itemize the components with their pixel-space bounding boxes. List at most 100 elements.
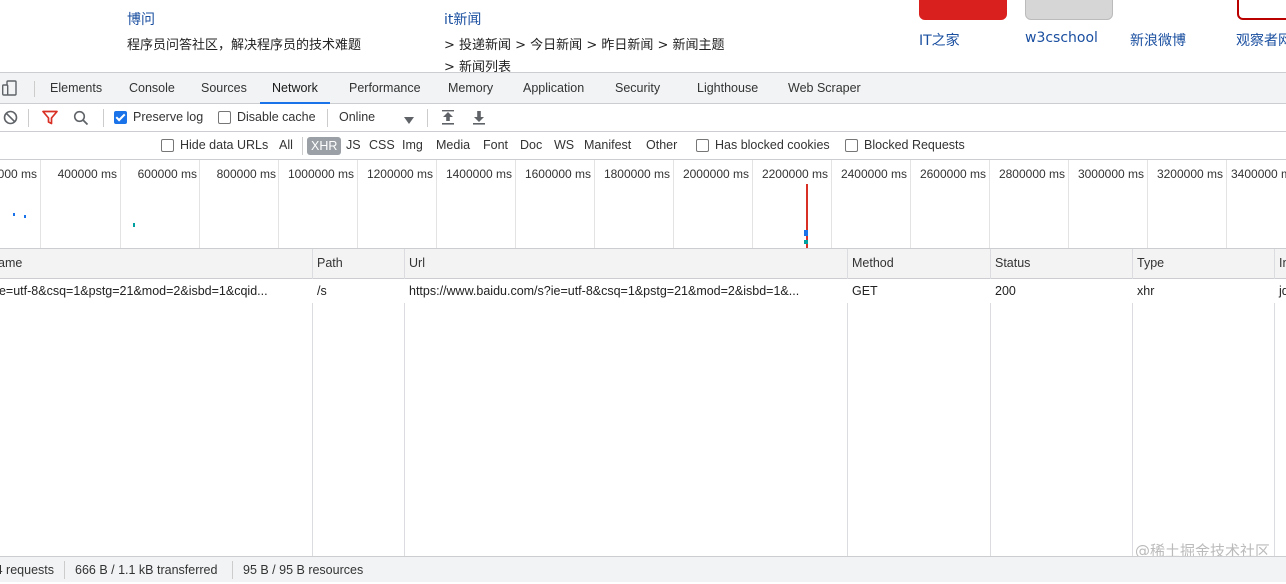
filter-type-ws[interactable]: WS [554,132,574,159]
tab-performance[interactable]: Performance [349,73,421,104]
thumb-label-ithome[interactable]: IT之家 [919,30,960,50]
filter-icon[interactable] [42,110,58,128]
it-news-link[interactable]: it新闻 [444,9,481,29]
export-har-icon[interactable] [472,110,486,128]
preserve-log-label[interactable]: Preserve log [133,104,203,131]
overview-gridline [673,160,674,248]
network-status-bar: 1 / 4 requests 666 B / 1.1 kB transferre… [0,556,1286,582]
filter-type-other[interactable]: Other [646,132,677,159]
search-icon[interactable] [73,110,89,129]
cell-name[interactable]: s?ie=utf-8&csq=1&pstg=21&mod=2&isbd=1&cq… [0,279,312,303]
hide-data-urls-label[interactable]: Hide data URLs [180,132,268,159]
boke-wen-desc: 程序员问答社区，解决程序员的技术难题 [127,38,362,53]
filter-type-doc[interactable]: Doc [520,132,542,159]
status-transferred: 666 B / 1.1 kB transferred [75,563,218,577]
overview-gridline [910,160,911,248]
tab-web-scraper[interactable]: Web Scraper [788,73,861,104]
devtools-tab-bar: Elements Console Sources Network Perform… [0,72,1286,104]
throttling-select[interactable]: Online [339,104,375,131]
overview-tick-label: 1800000 ms [603,167,670,181]
overview-tick-label: 1400000 ms [445,167,512,181]
disable-cache-checkbox[interactable] [218,111,231,124]
tab-console[interactable]: Console [129,73,175,104]
overview-request-mark [804,230,808,236]
column-header-name[interactable]: Name [0,249,312,278]
overview-gridline [199,160,200,248]
filter-type-all[interactable]: All [279,132,293,159]
column-header-method[interactable]: Method [847,249,990,278]
overview-tick-label: 2400000 ms [840,167,907,181]
tab-lighthouse[interactable]: Lighthouse [697,73,758,104]
overview-gridline [40,160,41,248]
overview-gridline [1147,160,1148,248]
overview-tick-label: 400000 ms [57,167,117,181]
column-header-type[interactable]: Type [1132,249,1274,278]
blocked-requests-label[interactable]: Blocked Requests [864,132,965,159]
thumb-label-weibo[interactable]: 新浪微博 [1130,30,1186,50]
it-news-links[interactable]: > 投递新闻 > 今日新闻 > 昨日新闻 > 新闻主题 [444,34,725,53]
disable-cache-label[interactable]: Disable cache [237,104,316,131]
overview-gridline [357,160,358,248]
overview-tick-label: 2200000 ms [761,167,828,181]
overview-tick-label: 2800000 ms [998,167,1065,181]
has-blocked-cookies-label[interactable]: Has blocked cookies [715,132,830,159]
network-overview[interactable]: 200000 ms 400000 ms 600000 ms 800000 ms … [0,160,1286,249]
thumb-label-w3cschool[interactable]: w3cschool [1025,30,1098,46]
overview-tick-label: 3400000 ms [1231,167,1286,181]
boke-wen-link[interactable]: 博问 [127,9,155,29]
overview-gridline [278,160,279,248]
thumb-label-guancha[interactable]: 观察者网 [1236,30,1286,50]
overview-tick-label: 2000000 ms [682,167,749,181]
filter-type-manifest[interactable]: Manifest [584,132,631,159]
column-header-status[interactable]: Status [990,249,1132,278]
tab-elements[interactable]: Elements [50,73,102,104]
hide-data-urls-checkbox[interactable] [161,139,174,152]
device-toolbar-icon[interactable] [1,80,17,96]
ithome-thumbnail[interactable] [919,0,1007,20]
blocked-requests-checkbox[interactable] [845,139,858,152]
has-blocked-cookies-checkbox[interactable] [696,139,709,152]
clear-icon[interactable] [3,110,18,128]
overview-request-mark [133,223,135,227]
cell-initiator[interactable]: jquery [1274,279,1286,303]
table-row[interactable]: s?ie=utf-8&csq=1&pstg=21&mod=2&isbd=1&cq… [0,279,1286,303]
chevron-down-icon[interactable] [404,114,414,128]
cell-url: https://www.baidu.com/s?ie=utf-8&csq=1&p… [409,284,800,298]
overview-tick-label: 200000 ms [0,167,37,181]
guancha-thumbnail[interactable] [1237,0,1286,20]
filter-type-js[interactable]: JS [346,132,361,159]
overview-gridline [594,160,595,248]
tab-sources[interactable]: Sources [201,73,247,104]
overview-gridline [989,160,990,248]
filter-type-css[interactable]: CSS [369,132,395,159]
overview-gridline [1068,160,1069,248]
overview-gridline [436,160,437,248]
tab-separator [34,81,35,97]
tab-network[interactable]: Network [260,73,330,104]
status-separator [64,561,65,579]
import-har-icon[interactable] [441,110,455,128]
table-header: Name Path Url Method Status Type Initiat… [0,249,1286,279]
preserve-log-checkbox[interactable] [114,111,127,124]
toolbar-separator [28,109,29,127]
filter-type-img[interactable]: Img [402,132,423,159]
it-news-links-2[interactable]: > 新闻列表 [444,56,511,72]
tab-security[interactable]: Security [615,73,660,104]
w3cschool-thumbnail[interactable] [1025,0,1113,20]
cell-status: 200 [995,284,1016,298]
toolbar-separator [103,109,104,127]
column-header-initiator[interactable]: Initiator [1274,249,1286,278]
overview-tick-label: 2600000 ms [919,167,986,181]
column-header-path[interactable]: Path [312,249,404,278]
cell-type: xhr [1137,284,1155,298]
status-separator [232,561,233,579]
tab-application[interactable]: Application [523,73,584,104]
filter-type-media[interactable]: Media [436,132,470,159]
filter-type-font[interactable]: Font [483,132,508,159]
column-header-url[interactable]: Url [404,249,847,278]
request-table: Name Path Url Method Status Type Initiat… [0,249,1286,556]
overview-gridline [831,160,832,248]
filter-type-xhr[interactable]: XHR [307,137,342,155]
tab-memory[interactable]: Memory [448,73,493,104]
overview-request-mark [13,213,15,216]
